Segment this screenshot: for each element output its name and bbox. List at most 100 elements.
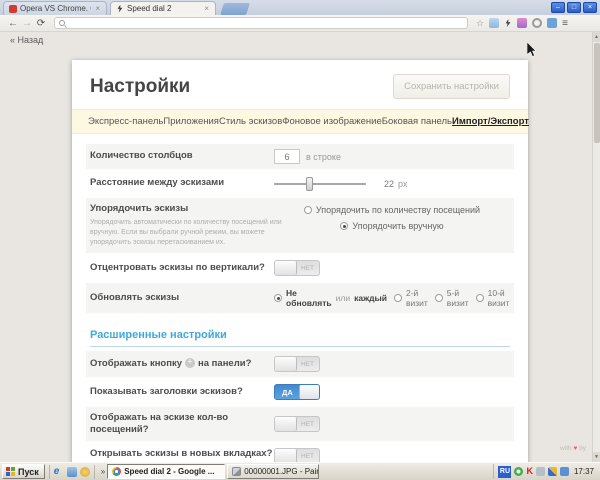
browser-tab-opera-vs-chrome[interactable]: Opera VS Chrome. Обновл... × xyxy=(3,1,107,15)
nav-thumb-style[interactable]: Стиль эскизов xyxy=(219,116,282,127)
center-label: Отцентровать эскизы по вертикали? xyxy=(90,262,274,274)
toggle-knob xyxy=(275,261,297,275)
extension-chat-icon[interactable] xyxy=(547,18,557,28)
refresh-option-10[interactable]: 10-й визит xyxy=(476,288,510,308)
spacing-label: Расстояние между эскизами xyxy=(90,177,274,189)
toggle-label: НЕТ xyxy=(301,265,314,272)
mouse-cursor-icon xyxy=(527,42,537,57)
columns-input[interactable] xyxy=(274,149,300,164)
advanced-settings-heading: Расширенные настройки xyxy=(90,329,510,347)
slider-handle[interactable] xyxy=(306,177,313,191)
page-scrollbar[interactable]: ▲ ▼ xyxy=(592,32,600,462)
order-option-manual-label: Упорядочить вручную xyxy=(352,221,443,231)
settings-card: Настройки Сохранить настройки Экспресс-п… xyxy=(72,60,528,462)
order-option-manual[interactable]: Упорядочить вручную xyxy=(340,221,443,231)
radio-icon[interactable] xyxy=(304,206,312,214)
tray-blue-icon[interactable] xyxy=(560,467,569,476)
address-bar[interactable] xyxy=(54,17,468,29)
reload-icon[interactable]: ⟳ xyxy=(34,18,48,29)
browser-menu-icon[interactable]: ≡ xyxy=(562,18,568,29)
radio-icon[interactable] xyxy=(476,294,484,302)
columns-suffix: в строке xyxy=(306,152,341,162)
plus-button-label-before: Отображать кнопку xyxy=(90,358,182,369)
spacing-unit: px xyxy=(398,179,408,189)
tray-kaspersky-icon[interactable]: K xyxy=(526,467,533,476)
refresh-option-5-label: 5-й визит xyxy=(447,288,469,308)
minimize-button[interactable]: – xyxy=(551,2,565,13)
toolbar-extensions: ☆ ≡ xyxy=(476,18,568,29)
refresh-option-5[interactable]: 5-й визит xyxy=(435,288,469,308)
order-option-auto[interactable]: Упорядочить по количеству посещений xyxy=(304,205,480,215)
taskbar-task-paint[interactable]: 00000001.JPG - Paint xyxy=(227,464,319,479)
round-quicklaunch-icon[interactable] xyxy=(80,467,90,477)
visits-toggle[interactable]: НЕТ xyxy=(274,416,320,432)
extension-doc-icon[interactable] xyxy=(489,18,499,28)
scroll-down-icon[interactable]: ▼ xyxy=(593,452,600,462)
radio-checked-icon[interactable] xyxy=(340,222,348,230)
toggle-knob xyxy=(275,357,297,371)
start-button[interactable]: Пуск xyxy=(2,464,45,479)
search-icon xyxy=(59,20,65,26)
tray-green-icon[interactable] xyxy=(514,467,523,476)
clock: 17:37 xyxy=(574,467,594,476)
radio-icon[interactable] xyxy=(435,294,443,302)
extension-lightning-icon[interactable] xyxy=(504,19,512,27)
lightning-favicon-icon xyxy=(116,5,124,13)
windows-logo-icon xyxy=(6,467,15,476)
scrollbar-thumb[interactable] xyxy=(594,43,600,143)
new-tab-button[interactable] xyxy=(220,3,250,15)
scroll-up-icon[interactable]: ▲ xyxy=(593,32,600,42)
save-settings-button[interactable]: Сохранить настройки xyxy=(393,74,510,99)
nav-import-export[interactable]: Импорт/Экспорт xyxy=(452,116,529,127)
spacing-slider[interactable] xyxy=(274,177,366,191)
center-toggle[interactable]: НЕТ xyxy=(274,260,320,276)
refresh-label: Обновлять эскизы xyxy=(90,292,274,304)
tray-color-icon[interactable] xyxy=(548,467,557,476)
maximize-button[interactable]: □ xyxy=(567,2,581,13)
row-order: Упорядочить эскизы Упорядочить автоматич… xyxy=(86,198,514,253)
tab-title: Speed dial 2 xyxy=(127,4,200,13)
order-option-auto-label: Упорядочить по количеству посещений xyxy=(316,205,480,215)
newtabs-toggle[interactable]: НЕТ xyxy=(274,448,320,462)
nav-background-image[interactable]: Фоновое изображение xyxy=(282,116,382,127)
radio-icon[interactable] xyxy=(394,294,402,302)
back-icon[interactable]: ← xyxy=(6,18,20,29)
ie-quicklaunch-icon[interactable]: e xyxy=(54,467,64,477)
close-button[interactable]: × xyxy=(583,2,597,13)
extension-pink-icon[interactable] xyxy=(517,18,527,28)
plus-button-toggle[interactable]: НЕТ xyxy=(274,356,320,372)
tab-close-icon[interactable]: × xyxy=(94,4,101,13)
nav-side-panel[interactable]: Боковая панель xyxy=(382,116,452,127)
back-link[interactable]: « Назад xyxy=(10,35,43,45)
refresh-or-label: или xyxy=(336,293,350,303)
tray-gray-icon[interactable] xyxy=(536,467,545,476)
row-new-tabs: Открывать эскизы в новых вкладках? Включ… xyxy=(86,443,514,462)
tab-close-icon[interactable]: × xyxy=(203,4,210,13)
browser-tab-speed-dial[interactable]: Speed dial 2 × xyxy=(110,1,216,15)
tab-title: Opera VS Chrome. Обновл... xyxy=(20,4,91,13)
extension-circle-icon[interactable] xyxy=(532,18,542,28)
refresh-never-label: Не обновлять xyxy=(286,288,332,308)
bookmark-star-icon[interactable]: ☆ xyxy=(476,18,484,29)
refresh-option-2[interactable]: 2-й визит xyxy=(394,288,428,308)
newtabs-label: Открывать эскизы в новых вкладках? xyxy=(90,448,272,459)
nav-express-panel[interactable]: Экспресс-панель xyxy=(88,116,163,127)
paint-icon xyxy=(232,467,241,476)
doc-quicklaunch-icon[interactable] xyxy=(67,467,77,477)
quicklaunch-overflow-chevron[interactable]: » xyxy=(101,467,105,476)
row-center-vertical: Отцентровать эскизы по вертикали? НЕТ xyxy=(86,255,514,281)
taskbar-task-browser[interactable]: Speed dial 2 - Google ... xyxy=(107,464,225,479)
plus-circle-icon xyxy=(185,358,195,368)
language-indicator[interactable]: RU xyxy=(498,466,511,478)
forward-icon[interactable]: → xyxy=(20,18,34,29)
row-refresh: Обновлять эскизы Не обновлять или каждый… xyxy=(86,283,514,313)
window-controls: – □ × xyxy=(551,2,597,13)
browser-tab-strip: Opera VS Chrome. Обновл... × Speed dial … xyxy=(0,0,600,15)
browser-toolbar: ← → ⟳ ☆ ≡ xyxy=(0,15,600,32)
radio-checked-icon[interactable] xyxy=(274,294,282,302)
page-title: Настройки xyxy=(90,76,190,98)
columns-label: Количество столбцов xyxy=(90,150,274,162)
titles-toggle[interactable]: ДА xyxy=(274,384,320,400)
nav-apps[interactable]: Приложения xyxy=(163,116,219,127)
refresh-every-label: каждый xyxy=(354,293,387,303)
